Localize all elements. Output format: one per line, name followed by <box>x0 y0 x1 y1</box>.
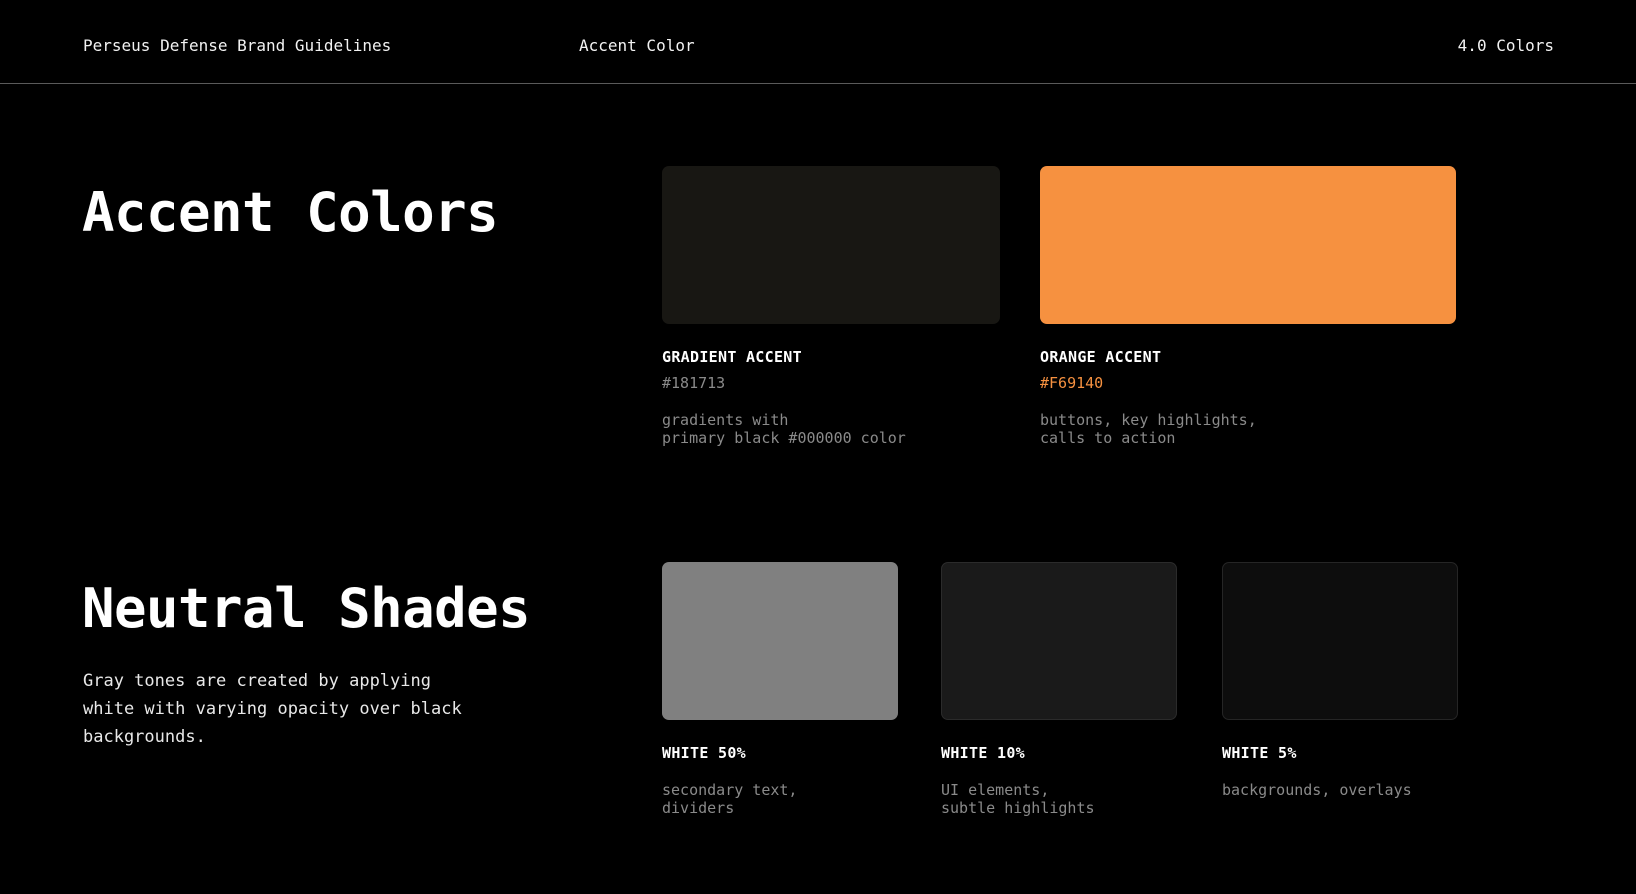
neutral-shades-heading: Neutral Shades <box>82 577 531 640</box>
white-5-usage: backgrounds, overlays <box>1222 781 1412 799</box>
white-5-name: WHITE 5% <box>1222 744 1297 762</box>
orange-accent-name: ORANGE ACCENT <box>1040 348 1162 366</box>
orange-accent-hex: #F69140 <box>1040 374 1104 392</box>
gradient-accent-usage: gradients with primary black #000000 col… <box>662 411 906 447</box>
top-header-bar: Perseus Defense Brand Guidelines Accent … <box>0 0 1636 84</box>
white-10-usage: UI elements, subtle highlights <box>941 781 1095 817</box>
orange-accent-swatch <box>1040 166 1456 324</box>
white-5-swatch <box>1222 562 1458 720</box>
gradient-accent-swatch <box>662 166 1000 324</box>
white-50-usage: secondary text, dividers <box>662 781 798 817</box>
neutral-shades-description: Gray tones are created by applying white… <box>83 671 462 747</box>
gradient-accent-name: GRADIENT ACCENT <box>662 348 802 366</box>
brand-guidelines-title: Perseus Defense Brand Guidelines <box>83 36 392 55</box>
accent-colors-heading: Accent Colors <box>82 181 499 244</box>
white-50-swatch <box>662 562 898 720</box>
white-50-name: WHITE 50% <box>662 744 746 762</box>
orange-accent-usage: buttons, key highlights, calls to action <box>1040 411 1257 447</box>
white-10-name: WHITE 10% <box>941 744 1025 762</box>
page-topic-label: Accent Color <box>579 36 695 55</box>
white-10-swatch <box>941 562 1177 720</box>
section-reference-label: 4.0 Colors <box>1457 36 1554 55</box>
gradient-accent-hex: #181713 <box>662 374 726 392</box>
